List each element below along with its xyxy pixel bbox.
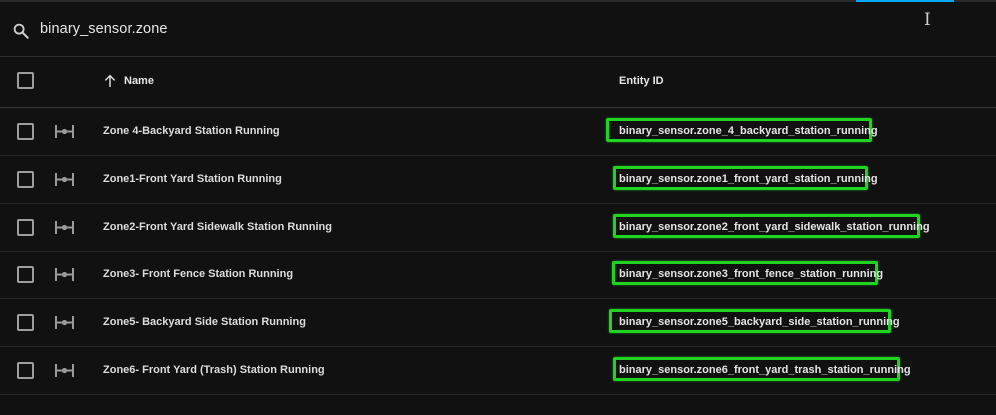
entity-name: Zone5- Backyard Side Station Running <box>103 316 306 328</box>
table-row[interactable]: Zone1-Front Yard Station Running binary_s… <box>0 156 996 204</box>
valve-icon <box>55 221 74 234</box>
valve-icon <box>55 125 74 138</box>
search-bar[interactable]: binary_sensor.zone <box>0 2 996 57</box>
entity-id: binary_sensor.zone_4_backyard_station_ru… <box>619 125 878 137</box>
row-checkbox[interactable] <box>17 266 34 283</box>
entity-name: Zone1-Front Yard Station Running <box>103 173 282 185</box>
valve-icon <box>55 316 74 329</box>
table-row[interactable]: Zone3- Front Fence Station Running binary… <box>0 251 996 299</box>
entities-page: I binary_sensor.zone Name Entity ID Zone… <box>0 0 996 415</box>
entity-name: Zone3- Front Fence Station Running <box>103 268 294 280</box>
table-row[interactable]: Zone6- Front Yard (Trash) Station Runnin… <box>0 347 996 395</box>
search-input[interactable]: binary_sensor.zone <box>40 21 168 37</box>
table-header: Name Entity ID <box>0 57 996 108</box>
table-row[interactable]: Zone 4-Backyard Station Running binary_se… <box>0 108 996 156</box>
row-checkbox[interactable] <box>17 314 34 331</box>
search-icon <box>13 23 29 39</box>
valve-icon <box>55 268 74 281</box>
entity-name: Zone6- Front Yard (Trash) Station Runnin… <box>103 364 325 376</box>
entity-id: binary_sensor.zone1_front_yard_station_r… <box>619 173 878 185</box>
entity-name: Zone2-Front Yard Sidewalk Station Runnin… <box>103 221 332 233</box>
sort-ascending-icon[interactable] <box>102 73 118 89</box>
column-header-entity-id[interactable]: Entity ID <box>619 75 664 87</box>
entity-id: binary_sensor.zone3_front_fence_station_… <box>619 268 884 280</box>
entity-id: binary_sensor.zone2_front_yard_sidewalk_… <box>619 221 930 233</box>
select-all-checkbox[interactable] <box>17 72 34 89</box>
row-checkbox[interactable] <box>17 171 34 188</box>
entity-name: Zone 4-Backyard Station Running <box>103 125 280 137</box>
entity-id: binary_sensor.zone5_backyard_side_statio… <box>619 316 900 328</box>
row-checkbox[interactable] <box>17 219 34 236</box>
row-checkbox[interactable] <box>17 362 34 379</box>
valve-icon <box>55 173 74 186</box>
row-checkbox[interactable] <box>17 123 34 140</box>
column-header-name[interactable]: Name <box>124 75 154 87</box>
valve-icon <box>55 364 74 377</box>
table-row[interactable]: Zone2-Front Yard Sidewalk Station Runnin… <box>0 204 996 252</box>
table-row[interactable]: Zone5- Backyard Side Station Running bina… <box>0 299 996 347</box>
entity-id: binary_sensor.zone6_front_yard_trash_sta… <box>619 364 911 376</box>
